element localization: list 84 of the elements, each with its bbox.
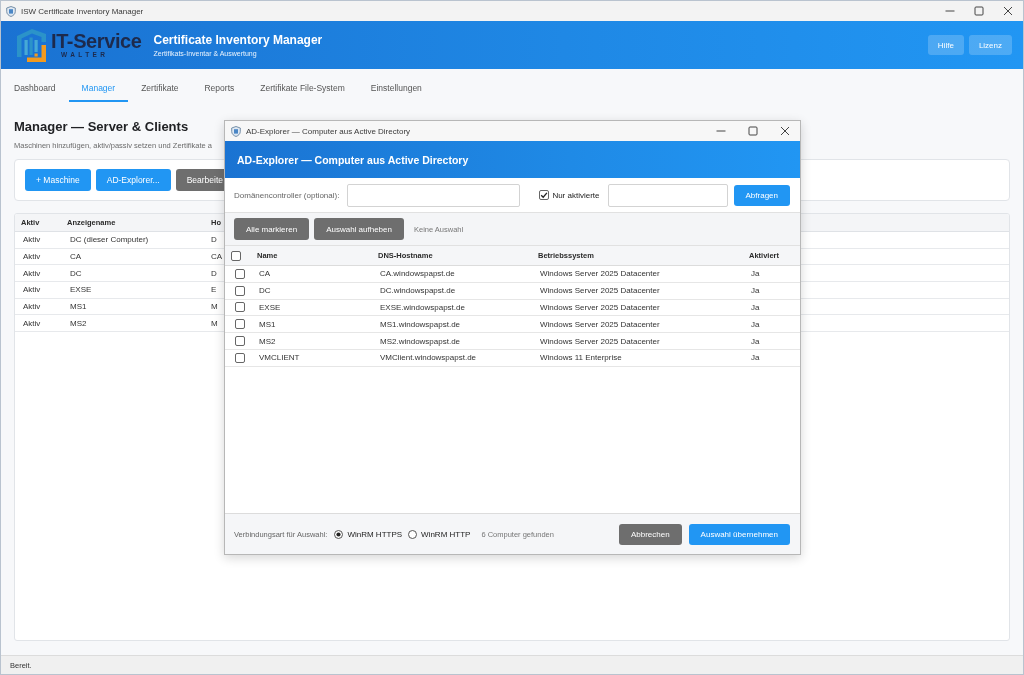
table-cell: DC [70,268,82,278]
page-title: Manager — Server & Clients [14,118,189,136]
row-checkbox[interactable] [235,336,245,347]
field-label: Domänencontroller (optional): [234,190,340,200]
table-cell: DC.windowspapst.de [380,286,456,296]
table-cell: EXSE.windowspapst.de [380,303,465,312]
table-cell: EXSE [259,303,281,312]
table-cell: CA [70,252,82,262]
table-cell: D [211,268,217,278]
table-cell: Ja [751,319,760,329]
select-all-checkbox[interactable] [231,250,241,261]
row-checkbox[interactable] [235,285,245,296]
table-cell: Ja [751,336,760,346]
table-cell: MS1 [70,302,87,312]
close-icon[interactable] [1003,6,1013,16]
table-cell: DC (dieser Computer) [70,235,149,245]
shield-icon [6,5,16,17]
table-cell: Windows Server 2025 Datacenter [540,286,660,296]
table-cell: CA [259,269,271,279]
tab[interactable]: Einstellungen [357,76,435,102]
table-cell: MS2.windowspapst.de [380,336,461,346]
dialog-button[interactable]: Auswahl übernehmen [688,523,790,545]
row-checkbox[interactable] [235,319,245,330]
tab[interactable]: Manager [68,76,129,102]
row-checkbox[interactable] [235,268,245,279]
table-cell: Windows Server 2025 Datacenter [540,303,660,312]
window-title: ISW Certificate Inventory Manager [21,6,144,16]
maximize-icon[interactable] [974,6,984,16]
table-cell: MS1 [259,319,276,329]
tab[interactable]: Dashboard [1,76,69,102]
selection-button[interactable]: Alle markieren [234,218,310,240]
table-cell: VMClient.windowspapst.de [380,353,477,363]
table-cell: Windows Server 2025 Datacenter [540,269,660,279]
table-cell: D [211,235,217,245]
toolbar-button[interactable]: + Maschine [25,169,91,191]
dialog-button[interactable]: Abbrechen [618,523,682,545]
close-icon[interactable] [780,126,790,136]
input-field[interactable] [607,183,728,207]
table-cell: Aktiv [23,252,41,262]
table-cell: Windows Server 2025 Datacenter [540,319,660,329]
table-cell: Ja [751,303,760,312]
query-button[interactable]: Abfragen [733,184,790,206]
table-cell: Ja [751,353,760,363]
app-title: Certificate Inventory Manager [153,33,323,47]
table-cell: Windows Server 2025 Datacenter [540,336,660,346]
input-field[interactable] [347,183,521,207]
table-cell: CA.windowspapst.de [380,269,455,279]
dialog-heading: AD-Explorer — Computer aus Active Directory [237,153,469,166]
table-cell: Aktiv [23,235,41,245]
table-cell: Aktiv [23,268,41,278]
row-checkbox[interactable] [235,302,245,313]
table-cell: Aktiv [23,318,41,328]
table-cell: M [211,318,218,328]
logo-text: IT-Service [51,31,142,51]
radio-button[interactable] [334,529,344,539]
table-cell: MS1.windowspapst.de [380,319,461,329]
dialog-title: AD-Explorer — Computer aus Active Directory [246,126,411,136]
table-cell: VMCLIENT [259,353,300,363]
table-cell: Aktiv [23,285,41,295]
table-cell: DC [259,286,271,296]
table-cell: CA [211,252,223,262]
selection-button[interactable]: Auswahl aufheben [314,218,404,240]
table-cell: Ja [751,269,760,279]
shield-icon [231,125,241,137]
table-cell: Ja [751,286,760,296]
radio-label[interactable]: WinRM HTTPS [347,529,403,539]
radio-button[interactable] [408,529,418,539]
maximize-icon[interactable] [748,126,758,136]
toolbar-button[interactable]: AD-Explorer... [95,169,171,191]
tab[interactable]: Zertifikate [128,76,192,102]
table-cell: MS2 [70,318,87,328]
checkbox-label: Nur aktivierte [552,190,600,200]
table-cell: M [211,302,218,312]
table-cell: Windows 11 Enterprise [540,353,622,363]
table-cell: E [211,285,217,295]
toolbar-button[interactable]: Bearbeite [175,169,224,191]
table-cell: EXSE [70,285,92,295]
table-cell: Aktiv [23,302,41,312]
table-cell: MS2 [259,336,276,346]
radio-label[interactable]: WinRM HTTP [421,529,471,539]
row-checkbox[interactable] [235,352,245,363]
checkbox[interactable] [539,190,550,200]
tab[interactable]: Reports [191,76,248,102]
tab[interactable]: Zertifikate File-System [247,76,358,102]
